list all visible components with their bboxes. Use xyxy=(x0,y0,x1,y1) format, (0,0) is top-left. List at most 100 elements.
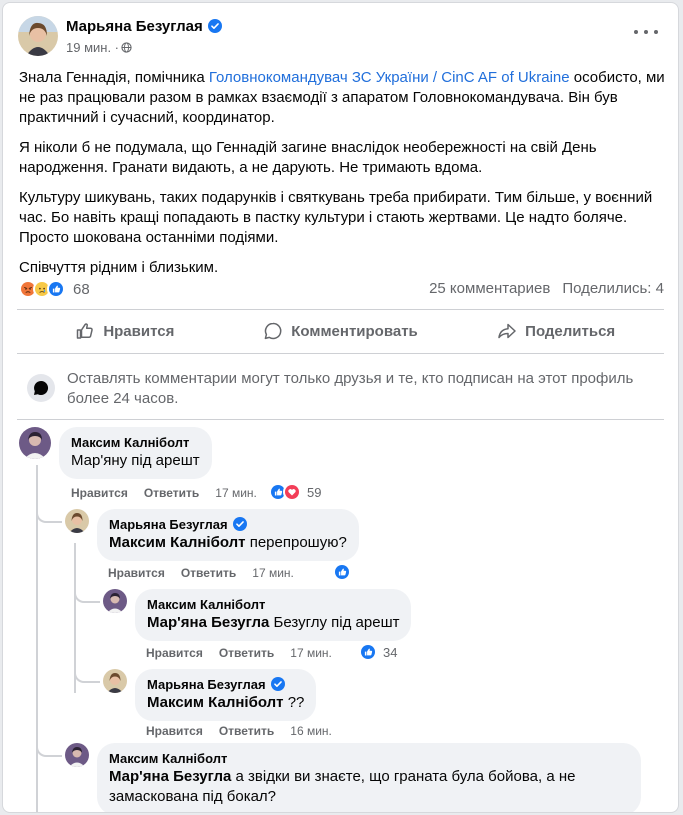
comment-time[interactable]: 16 мин. xyxy=(290,724,332,738)
comment-text: Максим Калнiболт ?? xyxy=(147,693,304,713)
comment-text: Максим Калнiболт перепрошую? xyxy=(109,533,347,553)
comment-actions: Нравится Ответить 17 мин. xyxy=(146,646,332,660)
post-time-text[interactable]: 19 мин. · xyxy=(66,40,119,55)
author-name[interactable]: Марьяна Безуглая xyxy=(66,18,222,35)
comments-count[interactable]: 25 комментариев xyxy=(429,280,550,297)
comment-text: Мар'яна Безугла а звідки ви знаєте, що г… xyxy=(109,767,629,807)
like-button[interactable]: Нравится xyxy=(17,313,233,349)
verified-icon xyxy=(270,677,285,691)
comment-bubble: Марьяна Безуглая Максим Калнiболт ?? xyxy=(135,669,317,721)
reaction-count[interactable]: 68 xyxy=(73,281,90,298)
mention-link[interactable]: Мар'яна Безугла xyxy=(109,768,231,785)
comment: Максим Калнiболт Мар'яну під арешт Нрави… xyxy=(19,427,659,503)
commenter-name-text[interactable]: Марьяна Безуглая xyxy=(109,517,228,532)
post-stats: 25 комментариев Поделились: 4 xyxy=(429,280,664,297)
comment-bubble: Максим Калнiболт Мар'яна Безугла а звідк… xyxy=(97,743,641,812)
commenter-name[interactable]: Максим Калнiболт xyxy=(109,751,629,767)
share-icon xyxy=(498,323,516,339)
comment-bubble: Максим Калнiболт Мар'яну під арешт xyxy=(59,427,212,479)
comment-icon xyxy=(264,322,282,340)
love-reaction-icon xyxy=(283,483,301,501)
comment-reply-button[interactable]: Ответить xyxy=(144,486,199,500)
like-reaction-icon xyxy=(359,643,377,661)
commenter-name[interactable]: Марьяна Безуглая xyxy=(109,517,347,533)
thread-curve xyxy=(36,509,62,523)
comment-bubble: Максим Калнiболт Мар'яна Безугла Безуглу… xyxy=(135,589,412,641)
comment-reply: Максим Калнiболт Мар'яна Безугла а звідк… xyxy=(65,743,665,812)
comment-like-button[interactable]: Нравится xyxy=(71,486,128,500)
divider xyxy=(17,419,664,420)
comment-actions: Нравится Ответить 16 мин. xyxy=(146,724,332,738)
comment-text: Мар'яну під арешт xyxy=(71,452,200,469)
more-icon[interactable] xyxy=(634,25,658,39)
notice-text: Оставлять комментарии могут только друзь… xyxy=(67,370,634,407)
comment-time[interactable]: 17 мин. xyxy=(252,566,294,580)
comment-reply: Максим Калнiболт Мар'яна Безугла Безуглу… xyxy=(103,589,663,665)
share-button-label: Поделиться xyxy=(525,322,616,340)
comment-reactions[interactable]: 59 xyxy=(269,483,321,501)
like-reaction-icon xyxy=(47,280,65,298)
commenter-avatar[interactable] xyxy=(103,669,127,693)
comment-like-button[interactable]: Нравится xyxy=(146,646,203,660)
comment-actions: Нравится Ответить 17 мин. xyxy=(71,486,257,500)
commenter-avatar[interactable] xyxy=(65,743,89,767)
comment-like-button[interactable]: Нравится xyxy=(108,566,165,580)
share-button[interactable]: Поделиться xyxy=(448,313,664,349)
comment-restriction-notice: Оставлять комментарии могут только друзь… xyxy=(19,367,659,411)
post-time[interactable]: 19 мин. · xyxy=(66,40,132,55)
comment-time[interactable]: 17 мин. xyxy=(215,486,257,500)
like-reaction-icon xyxy=(333,563,351,581)
comment-button-label: Комментировать xyxy=(291,322,418,340)
author-name-text[interactable]: Марьяна Безуглая xyxy=(66,18,203,35)
commenter-avatar[interactable] xyxy=(103,589,127,613)
comment-reply-button[interactable]: Ответить xyxy=(181,566,236,580)
thread-curve xyxy=(74,669,100,683)
comment-reaction-count: 59 xyxy=(307,484,322,500)
comment-like-button[interactable]: Нравится xyxy=(146,724,203,738)
comment-text-body: Безуглу під арешт xyxy=(269,614,400,631)
comment-text-body: ?? xyxy=(283,694,305,711)
post-paragraph-3: Культуру шикувань, таких подарунків і св… xyxy=(19,189,653,246)
thread-curve xyxy=(36,743,62,757)
thread-curve xyxy=(74,589,100,603)
post-paragraph-1: Знала Геннадія, помічника Головнокоманду… xyxy=(19,68,669,128)
post-card: Марьяна Безуглая 19 мин. · Знала Геннаді… xyxy=(2,2,679,813)
post-text: Знала Геннадія, помічника xyxy=(19,69,209,86)
comment-button[interactable]: Комментировать xyxy=(233,313,449,349)
commenter-name[interactable]: Марьяна Безуглая xyxy=(147,677,304,693)
chat-bubble-icon xyxy=(27,374,55,402)
post-actions: Нравится Комментировать Поделиться xyxy=(17,313,664,349)
mention-link[interactable]: Максим Калнiболт xyxy=(109,534,246,551)
verified-icon xyxy=(207,19,222,33)
divider xyxy=(17,309,664,310)
comment-text: Мар'яна Безугла Безуглу під арешт xyxy=(147,613,399,633)
commenter-name[interactable]: Максим Калнiболт xyxy=(147,597,399,613)
like-icon xyxy=(77,323,94,339)
page-link[interactable]: Головнокомандувач ЗС України / CinC AF o… xyxy=(209,69,570,86)
comment-time[interactable]: 17 мин. xyxy=(290,646,332,660)
commenter-name[interactable]: Максим Калнiболт xyxy=(71,435,200,451)
commenter-name-text[interactable]: Марьяна Безуглая xyxy=(147,677,266,692)
comment-reply-button[interactable]: Ответить xyxy=(219,724,274,738)
comment-reactions[interactable] xyxy=(333,563,351,581)
comment-reply: Марьяна Безуглая Максим Калнiболт перепр… xyxy=(65,509,655,585)
reactions-summary[interactable]: 68 xyxy=(19,279,90,299)
post-header: Марьяна Безуглая 19 мин. · xyxy=(3,3,678,65)
comment-reaction-count: 34 xyxy=(383,644,398,660)
comment-reply: Марьяна Безуглая Максим Калнiболт ?? Нра… xyxy=(103,669,663,741)
comment-reply-button[interactable]: Ответить xyxy=(219,646,274,660)
post-paragraph-4: Співчуття рідним і близьким. xyxy=(19,259,219,276)
comment-actions: Нравится Ответить 17 мин. xyxy=(108,566,294,580)
divider xyxy=(17,353,664,354)
commenter-avatar[interactable] xyxy=(65,509,89,533)
shares-count[interactable]: Поделились: 4 xyxy=(562,280,664,297)
post-body: Знала Геннадія, помічника Головнокоманду… xyxy=(19,68,669,288)
globe-icon xyxy=(121,41,132,53)
like-button-label: Нравится xyxy=(103,322,175,340)
comment-bubble: Марьяна Безуглая Максим Калнiболт перепр… xyxy=(97,509,359,561)
comment-reactions[interactable]: 34 xyxy=(359,643,397,661)
author-avatar[interactable] xyxy=(18,16,58,56)
mention-link[interactable]: Максим Калнiболт xyxy=(147,694,284,711)
mention-link[interactable]: Мар'яна Безугла xyxy=(147,614,269,631)
commenter-avatar[interactable] xyxy=(19,427,51,459)
